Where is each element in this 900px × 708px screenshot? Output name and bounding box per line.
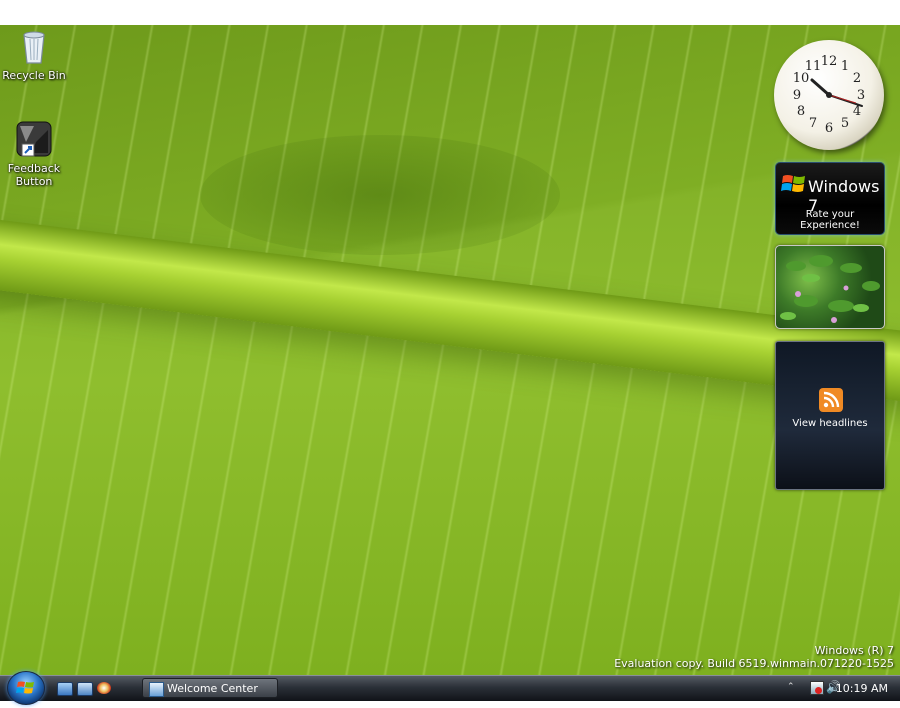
taskbar-button-welcome-center[interactable]: Welcome Center [142,678,278,698]
internet-explorer-icon[interactable] [97,682,111,694]
feedback-button-shortcut[interactable]: Feedback Button [2,120,66,188]
taskbar-clock[interactable]: 10:19 AM [836,676,888,701]
clock-number-11: 11 [805,59,822,74]
taskbar-button-label: Welcome Center [167,682,258,695]
clock-number-8: 8 [797,104,805,119]
clock-number-3: 3 [857,88,865,103]
clock-face: 12 1 2 3 4 5 6 7 8 9 10 11 [793,54,865,136]
rate-experience-text[interactable]: Rate your Experience! [776,209,884,231]
feedback-button-icon [14,120,54,160]
view-headlines-link[interactable]: View headlines [776,418,884,429]
clock-number-9: 9 [793,88,801,103]
watermark-line2: Evaluation copy. Build 6519.winmain.0712… [614,657,894,670]
clock-gadget[interactable]: 12 1 2 3 4 5 6 7 8 9 10 11 [774,40,884,150]
network-icon[interactable] [810,681,824,695]
rss-icon [819,388,843,412]
clock-number-12: 12 [821,54,838,69]
chevron-up-icon[interactable]: ⌃ [787,682,795,692]
clock-number-1: 1 [841,59,849,74]
leaf-shadow [200,135,560,255]
clock-number-7: 7 [809,116,817,131]
clock-number-6: 6 [825,121,833,136]
taskbar: Welcome Center ⌃ 🔊 10:19 AM [0,671,900,705]
switch-windows-icon[interactable] [77,682,93,696]
slideshow-gadget[interactable] [775,245,885,329]
clock-second-hand [828,94,857,104]
feedback-button-label-line1: Feedback [7,162,61,175]
clock-hour-hand [810,78,831,97]
recycle-bin-icon [14,27,54,67]
recycle-bin-label: Recycle Bin [2,69,66,82]
show-desktop-icon[interactable] [57,682,73,696]
evaluation-watermark: Windows (R) 7 Evaluation copy. Build 651… [614,644,894,670]
feed-headlines-gadget[interactable]: View headlines [775,341,885,490]
clock-number-5: 5 [841,116,849,131]
windows-flag-icon [781,172,807,196]
feedback-button-label-line2: Button [15,175,53,188]
desktop-wallpaper [0,25,900,675]
top-white-bar [0,0,900,25]
recycle-bin-shortcut[interactable]: Recycle Bin [2,27,66,82]
windows-orb-icon [16,681,34,694]
slideshow-photo [780,255,880,323]
clock-number-2: 2 [853,71,861,86]
windows7-rate-gadget[interactable]: Windows 7 Rate your Experience! [775,162,885,235]
watermark-line1: Windows (R) 7 [814,644,894,657]
welcome-center-icon [149,682,164,697]
